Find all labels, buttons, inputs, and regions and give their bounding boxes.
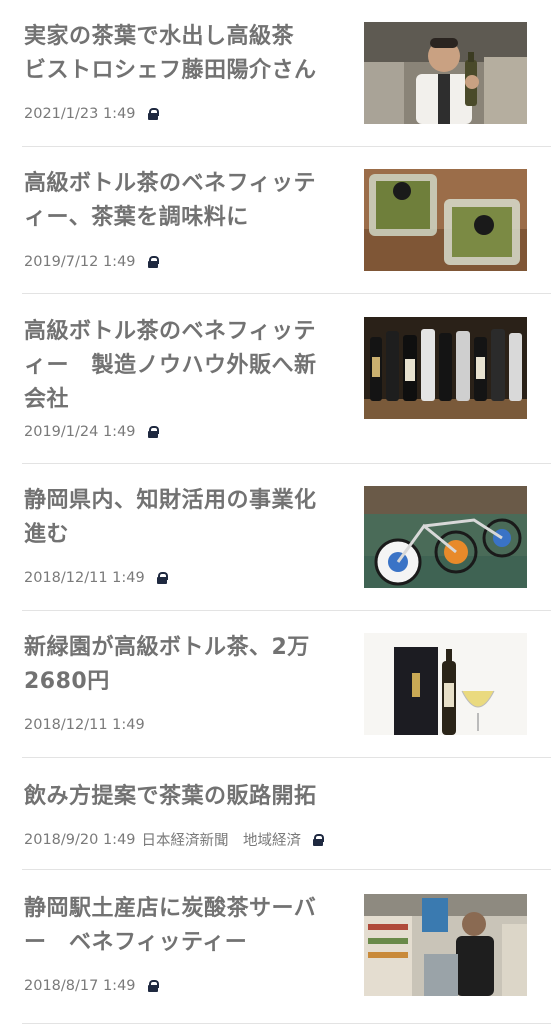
lock-icon <box>147 980 159 992</box>
chef-holding-bottle-photo <box>364 22 527 124</box>
article-thumbnail[interactable] <box>364 22 527 124</box>
article-title[interactable]: 静岡県内、知財活用の事業化進む <box>24 484 334 552</box>
article-meta: 2018/12/11 1:49 <box>24 570 168 586</box>
article-meta: 2018/8/17 1:49 <box>24 978 159 994</box>
bottle-lineup-photo <box>364 317 527 419</box>
article-date: 2018/9/20 1:49 <box>24 831 136 848</box>
article-meta: 2018/12/11 1:49 <box>24 717 145 733</box>
list-item[interactable]: 飲み方提案で茶葉の販路開拓 2018/9/20 1:49 日本経済新聞 地域経済 <box>0 758 551 870</box>
article-title[interactable]: 新緑園が高級ボトル茶、2万2680円 <box>24 631 334 699</box>
article-date: 2018/12/11 1:49 <box>24 717 145 733</box>
list-item[interactable]: 高級ボトル茶のベネフィッティー、茶葉を調味料に 2019/7/12 1:49 <box>0 147 551 294</box>
lock-icon <box>147 108 159 120</box>
list-item[interactable]: 静岡駅土産店に炭酸茶サーバー ベネフィッティー 2018/8/17 1:49 <box>0 870 551 1024</box>
article-date: 2019/7/12 1:49 <box>24 254 136 270</box>
article-date: 2021/1/23 1:49 <box>24 106 136 122</box>
article-date: 2018/8/17 1:49 <box>24 978 136 994</box>
article-title[interactable]: 高級ボトル茶のベネフィッティー、茶葉を調味料に <box>24 167 334 235</box>
list-item[interactable]: 高級ボトル茶のベネフィッティー 製造ノウハウ外販へ新会社 2019/1/24 1… <box>0 294 551 464</box>
article-thumbnail[interactable] <box>364 169 527 271</box>
tea-leaf-packages-photo <box>364 169 527 271</box>
article-title[interactable]: 静岡駅土産店に炭酸茶サーバー ベネフィッティー <box>24 892 334 960</box>
article-meta: 2021/1/23 1:49 <box>24 106 159 122</box>
article-list: 実家の茶葉で水出し高級茶 ビストロシェフ藤田陽介さん 2021/1/23 1:4… <box>0 0 551 1024</box>
article-title[interactable]: 実家の茶葉で水出し高級茶 ビストロシェフ藤田陽介さん <box>24 20 334 88</box>
list-item[interactable]: 静岡県内、知財活用の事業化進む 2018/12/11 1:49 <box>0 464 551 611</box>
lock-icon <box>147 256 159 268</box>
article-meta: 2019/7/12 1:49 <box>24 254 159 270</box>
article-date: 2018/12/11 1:49 <box>24 570 145 586</box>
tea-bottle-glass-photo <box>364 633 527 735</box>
article-meta: 2019/1/24 1:49 <box>24 424 159 440</box>
article-date: 2019/1/24 1:49 <box>24 424 136 440</box>
article-thumbnail[interactable] <box>364 486 527 588</box>
article-meta: 2018/9/20 1:49 日本経済新聞 地域経済 <box>24 829 325 850</box>
list-item[interactable]: 実家の茶葉で水出し高級茶 ビストロシェフ藤田陽介さん 2021/1/23 1:4… <box>0 0 551 147</box>
lock-icon <box>147 426 159 438</box>
list-item[interactable]: 新緑園が高級ボトル茶、2万2680円 2018/12/11 1:49 <box>0 611 551 758</box>
article-source: 日本経済新聞 地域経済 <box>141 833 302 849</box>
article-thumbnail[interactable] <box>364 894 527 996</box>
lock-icon <box>156 572 168 584</box>
article-thumbnail[interactable] <box>364 633 527 735</box>
article-title[interactable]: 高級ボトル茶のベネフィッティー 製造ノウハウ外販へ新会社 <box>24 315 334 417</box>
shop-server-photo <box>364 894 527 996</box>
lock-icon <box>313 833 325 846</box>
article-thumbnail[interactable] <box>364 317 527 419</box>
bicycles-photo <box>364 486 527 588</box>
article-title[interactable]: 飲み方提案で茶葉の販路開拓 <box>24 780 524 814</box>
